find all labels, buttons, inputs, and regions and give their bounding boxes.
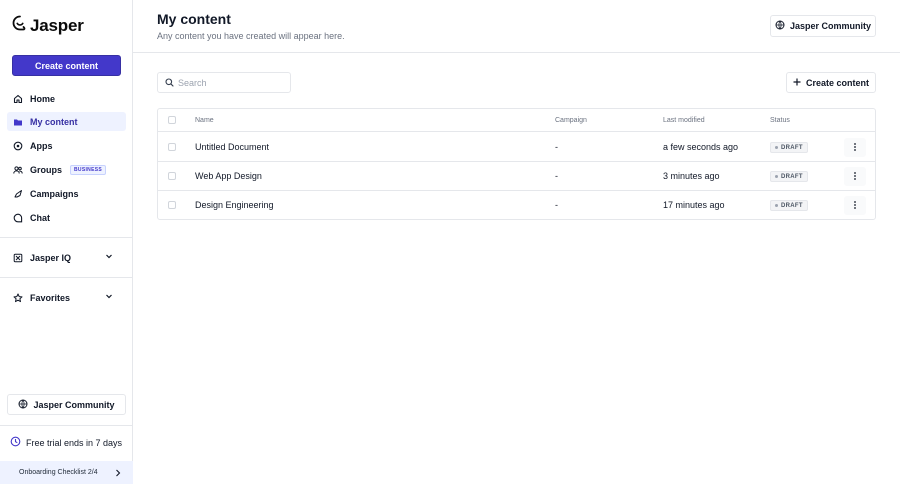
sidebar-item-label: Jasper IQ xyxy=(30,252,72,263)
sidebar-divider xyxy=(0,237,133,238)
onboarding-checklist[interactable]: Onboarding Checklist 2/4 xyxy=(0,461,133,484)
sidebar-item-home[interactable]: Home xyxy=(7,89,126,108)
onboarding-label: Onboarding Checklist 2/4 xyxy=(19,469,98,476)
chat-icon xyxy=(13,213,23,223)
sidebar-divider xyxy=(0,277,133,278)
table-row[interactable]: Web App Design - 3 minutes ago DRAFT xyxy=(158,162,875,191)
jasper-logo-text: Jasper xyxy=(30,15,84,35)
folder-icon xyxy=(13,117,23,127)
create-content-button[interactable]: Create content xyxy=(786,72,876,93)
jasper-community-label: Jasper Community xyxy=(33,399,115,410)
trial-notice[interactable]: Free trial ends in 7 days xyxy=(10,436,122,449)
brain-icon xyxy=(13,253,23,263)
sidebar-item-favorites[interactable]: Favorites xyxy=(7,288,126,307)
star-icon xyxy=(13,293,23,303)
sidebar-item-apps[interactable]: Apps xyxy=(7,136,126,155)
column-header-status[interactable]: Status xyxy=(770,117,790,124)
business-badge: BUSINESS xyxy=(70,164,106,175)
sidebar-item-groups[interactable]: Groups BUSINESS xyxy=(7,160,126,179)
status-dot-icon xyxy=(775,146,778,149)
table-header: Name Campaign Last modified Status xyxy=(158,109,875,132)
sidebar: Jasper Create content Home My content Ap… xyxy=(0,0,133,484)
header-divider xyxy=(133,52,900,53)
page-subtitle: Any content you have created will appear… xyxy=(157,31,345,41)
chevron-down-icon xyxy=(105,252,113,262)
status-badge: DRAFT xyxy=(770,171,808,182)
more-vertical-icon xyxy=(853,197,857,215)
content-table: Name Campaign Last modified Status Untit… xyxy=(157,108,876,220)
sidebar-item-chat[interactable]: Chat xyxy=(7,208,126,227)
globe-icon xyxy=(775,20,785,32)
rocket-icon xyxy=(13,189,23,199)
clock-icon xyxy=(10,436,21,449)
sidebar-item-label: My content xyxy=(30,116,78,127)
sidebar-item-label: Apps xyxy=(30,140,53,151)
create-content-button[interactable]: Create content xyxy=(12,55,121,76)
status-label: DRAFT xyxy=(781,202,803,209)
row-name[interactable]: Design Engineering xyxy=(195,200,274,210)
column-header-campaign[interactable]: Campaign xyxy=(555,117,587,124)
status-label: DRAFT xyxy=(781,144,803,151)
jasper-community-label: Jasper Community xyxy=(789,21,872,31)
globe-icon xyxy=(18,399,28,411)
table-row[interactable]: Untitled Document - a few seconds ago DR… xyxy=(158,133,875,162)
sidebar-item-label: Campaigns xyxy=(30,188,79,199)
row-menu-button[interactable] xyxy=(844,196,866,215)
column-header-last-modified[interactable]: Last modified xyxy=(663,117,705,124)
chevron-down-icon xyxy=(105,292,113,302)
jasper-logo-icon xyxy=(12,15,28,36)
home-icon xyxy=(13,94,23,104)
page-title: My content xyxy=(157,11,231,27)
row-checkbox[interactable] xyxy=(168,172,176,180)
sidebar-item-campaigns[interactable]: Campaigns xyxy=(7,184,126,203)
row-last-modified: 3 minutes ago xyxy=(663,171,720,181)
sidebar-item-jasper-iq[interactable]: Jasper IQ xyxy=(7,248,126,267)
jasper-community-button[interactable]: Jasper Community xyxy=(770,15,876,37)
search-input[interactable] xyxy=(178,77,283,88)
sidebar-item-label: Groups xyxy=(30,164,63,175)
row-menu-button[interactable] xyxy=(844,138,866,157)
sidebar-item-label: Home xyxy=(30,93,56,104)
groups-icon xyxy=(13,165,23,175)
column-header-name[interactable]: Name xyxy=(195,117,214,124)
row-last-modified: 17 minutes ago xyxy=(663,200,725,210)
sidebar-item-my-content[interactable]: My content xyxy=(7,112,126,131)
trial-text: Free trial ends in 7 days xyxy=(26,437,123,448)
status-badge: DRAFT xyxy=(770,200,808,211)
create-content-label: Create content xyxy=(805,77,869,88)
row-menu-button[interactable] xyxy=(844,167,866,186)
jasper-community-button[interactable]: Jasper Community xyxy=(7,394,126,415)
select-all-checkbox[interactable] xyxy=(168,116,176,124)
sidebar-item-label: Favorites xyxy=(30,292,71,303)
plus-icon xyxy=(793,78,801,88)
search-icon xyxy=(165,74,174,92)
sidebar-item-label: Chat xyxy=(30,212,50,223)
row-last-modified: a few seconds ago xyxy=(663,142,739,152)
status-dot-icon xyxy=(775,175,778,178)
status-badge: DRAFT xyxy=(770,142,808,153)
more-vertical-icon xyxy=(853,139,857,157)
status-label: DRAFT xyxy=(781,173,803,180)
row-campaign: - xyxy=(555,171,558,181)
row-campaign: - xyxy=(555,200,558,210)
more-vertical-icon xyxy=(853,168,857,186)
row-name[interactable]: Web App Design xyxy=(195,171,262,181)
chevron-right-icon xyxy=(115,469,121,479)
row-campaign: - xyxy=(555,142,558,152)
sidebar-divider xyxy=(0,425,133,426)
search-box[interactable] xyxy=(157,72,291,93)
jasper-logo[interactable]: Jasper xyxy=(12,15,84,36)
row-checkbox[interactable] xyxy=(168,201,176,209)
status-dot-icon xyxy=(775,204,778,207)
apps-icon xyxy=(13,141,23,151)
row-checkbox[interactable] xyxy=(168,143,176,151)
table-row[interactable]: Design Engineering - 17 minutes ago DRAF… xyxy=(158,191,875,220)
row-name[interactable]: Untitled Document xyxy=(195,142,269,152)
